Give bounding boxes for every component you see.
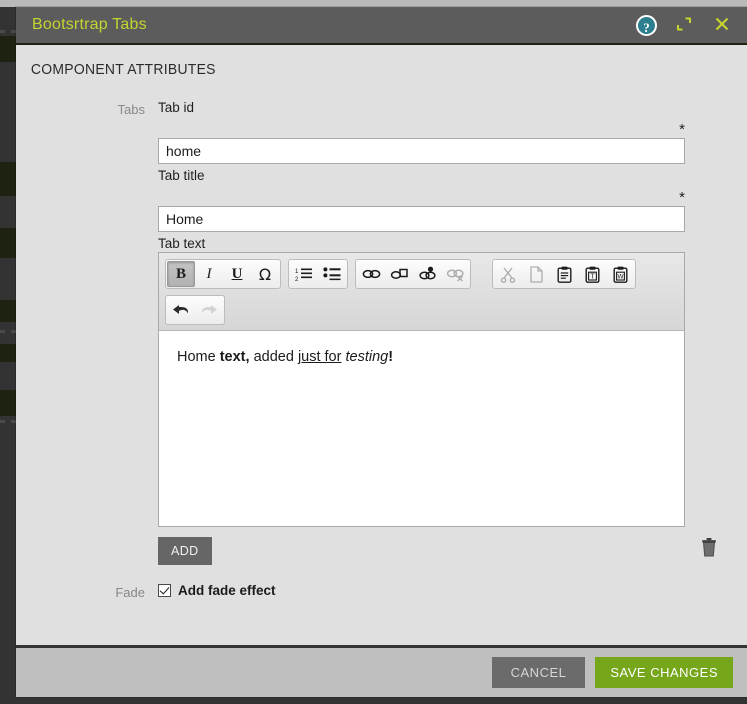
attributes-form: Tabs Tab id * Tab title * Tab text	[16, 78, 747, 600]
editor-text-plain-2: added	[249, 349, 298, 365]
underline-glyph: U	[231, 265, 243, 282]
editor-content-area[interactable]: Home text, added just for testing!	[159, 331, 684, 526]
fade-field-group: Fade Add fade effect	[16, 583, 747, 600]
save-changes-button[interactable]: SAVE CHANGES	[595, 657, 733, 688]
tab-id-input[interactable]	[158, 138, 685, 164]
italic-glyph: I	[206, 265, 212, 282]
titlebar-actions: ?	[636, 14, 733, 36]
paste-from-word-button[interactable]: W	[606, 261, 634, 287]
page-title: COMPONENT ATTRIBUTES	[30, 61, 216, 78]
editor-text-italic-1: testing	[345, 349, 389, 365]
tabs-group-content: Tab id * Tab title * Tab text	[158, 100, 747, 565]
cut-button[interactable]	[494, 261, 522, 287]
tab-id-label: Tab id	[158, 100, 195, 115]
tab-title-required-marker: *	[679, 189, 685, 206]
editor-text-underline-1: just for	[297, 349, 342, 365]
underline-button[interactable]: U	[223, 261, 251, 287]
toolbar-group-lists: 1 2	[288, 259, 348, 289]
copy-button[interactable]	[522, 261, 550, 287]
cancel-button[interactable]: CANCEL	[491, 657, 586, 688]
undo-arrow-icon	[173, 305, 189, 314]
undo-button[interactable]	[167, 297, 195, 323]
fade-group-label: Fade	[115, 585, 145, 600]
fade-group-content: Add fade effect	[158, 583, 747, 598]
svg-text:W: W	[617, 273, 624, 280]
editor-text-plain-1: Home	[177, 349, 220, 365]
svg-text:1: 1	[295, 269, 299, 275]
dialog-footer: CANCEL SAVE CHANGES	[16, 645, 747, 697]
tabs-field-group: Tabs Tab id * Tab title * Tab text	[16, 100, 747, 565]
editor-text-bold-2: !	[388, 349, 394, 365]
svg-text:T: T	[590, 273, 595, 280]
fade-checkbox-row: Add fade effect	[158, 583, 685, 598]
close-icon[interactable]	[713, 15, 733, 35]
bold-glyph: B	[175, 265, 186, 282]
tab-text-label: Tab text	[158, 236, 206, 251]
fade-checkbox-label: Add fade effect	[178, 583, 276, 598]
tab-title-input[interactable]	[158, 206, 685, 232]
dialog-titlebar: Bootsrtrap Tabs ?	[16, 7, 747, 45]
clipboard-icon	[557, 266, 572, 283]
trash-icon[interactable]	[700, 537, 718, 557]
tab-title-label: Tab title	[158, 168, 205, 183]
numbered-list-button[interactable]: 1 2	[290, 261, 318, 287]
editor-toolbar-row-1: B I U Ω 1 2 T W	[165, 259, 679, 289]
toolbar-group-clipboard: T W	[492, 259, 636, 289]
special-char-button[interactable]: Ω	[251, 261, 279, 287]
omega-icon: Ω	[258, 264, 272, 284]
paste-button[interactable]	[550, 261, 578, 287]
bulleted-list-icon	[323, 267, 341, 281]
component-attributes-dialog: Bootsrtrap Tabs ? COMPONENT ATTRIBUTES T…	[16, 7, 747, 697]
link-button[interactable]	[357, 261, 385, 287]
anchor-link-icon	[418, 266, 436, 280]
italic-button[interactable]: I	[195, 261, 223, 287]
internal-link-icon	[390, 268, 408, 279]
tab-id-required-marker: *	[679, 121, 685, 138]
redo-arrow-icon	[201, 305, 217, 314]
bulleted-list-button[interactable]	[318, 261, 346, 287]
internal-link-button[interactable]	[385, 261, 413, 287]
link-icon	[362, 269, 380, 279]
unlink-icon	[446, 269, 464, 282]
rich-text-editor: B I U Ω 1 2 T W Home text, added just fo…	[158, 252, 685, 527]
editor-toolbar-row-2	[165, 295, 679, 325]
toolbar-group-text-styles: B I U Ω	[165, 259, 281, 289]
help-question-icon[interactable]: ?	[636, 14, 657, 36]
copy-icon	[529, 265, 543, 283]
maximize-icon[interactable]	[675, 15, 695, 35]
add-button[interactable]: ADD	[158, 537, 212, 565]
svg-text:2: 2	[295, 277, 299, 282]
dialog-body: COMPONENT ATTRIBUTES Tabs Tab id * Tab t…	[16, 45, 747, 645]
fade-checkbox[interactable]	[158, 584, 171, 597]
dialog-title: Bootsrtrap Tabs	[32, 16, 147, 33]
editor-text-bold-1: text,	[219, 349, 250, 365]
toolbar-group-links	[355, 259, 471, 289]
anchor-button[interactable]	[413, 261, 441, 287]
clipboard-word-icon: W	[613, 266, 628, 283]
unlink-button[interactable]	[441, 261, 469, 287]
redo-button[interactable]	[195, 297, 223, 323]
editor-toolbar: B I U Ω 1 2 T W	[159, 253, 684, 331]
paste-as-text-button[interactable]: T	[578, 261, 606, 287]
numbered-list-icon: 1 2	[295, 268, 312, 282]
toolbar-group-history	[165, 295, 225, 325]
tabs-group-label: Tabs	[117, 102, 145, 117]
clipboard-text-icon: T	[585, 266, 600, 283]
bold-button[interactable]: B	[167, 261, 195, 287]
backdrop-top-strip	[0, 0, 747, 7]
scissors-icon	[500, 267, 516, 283]
